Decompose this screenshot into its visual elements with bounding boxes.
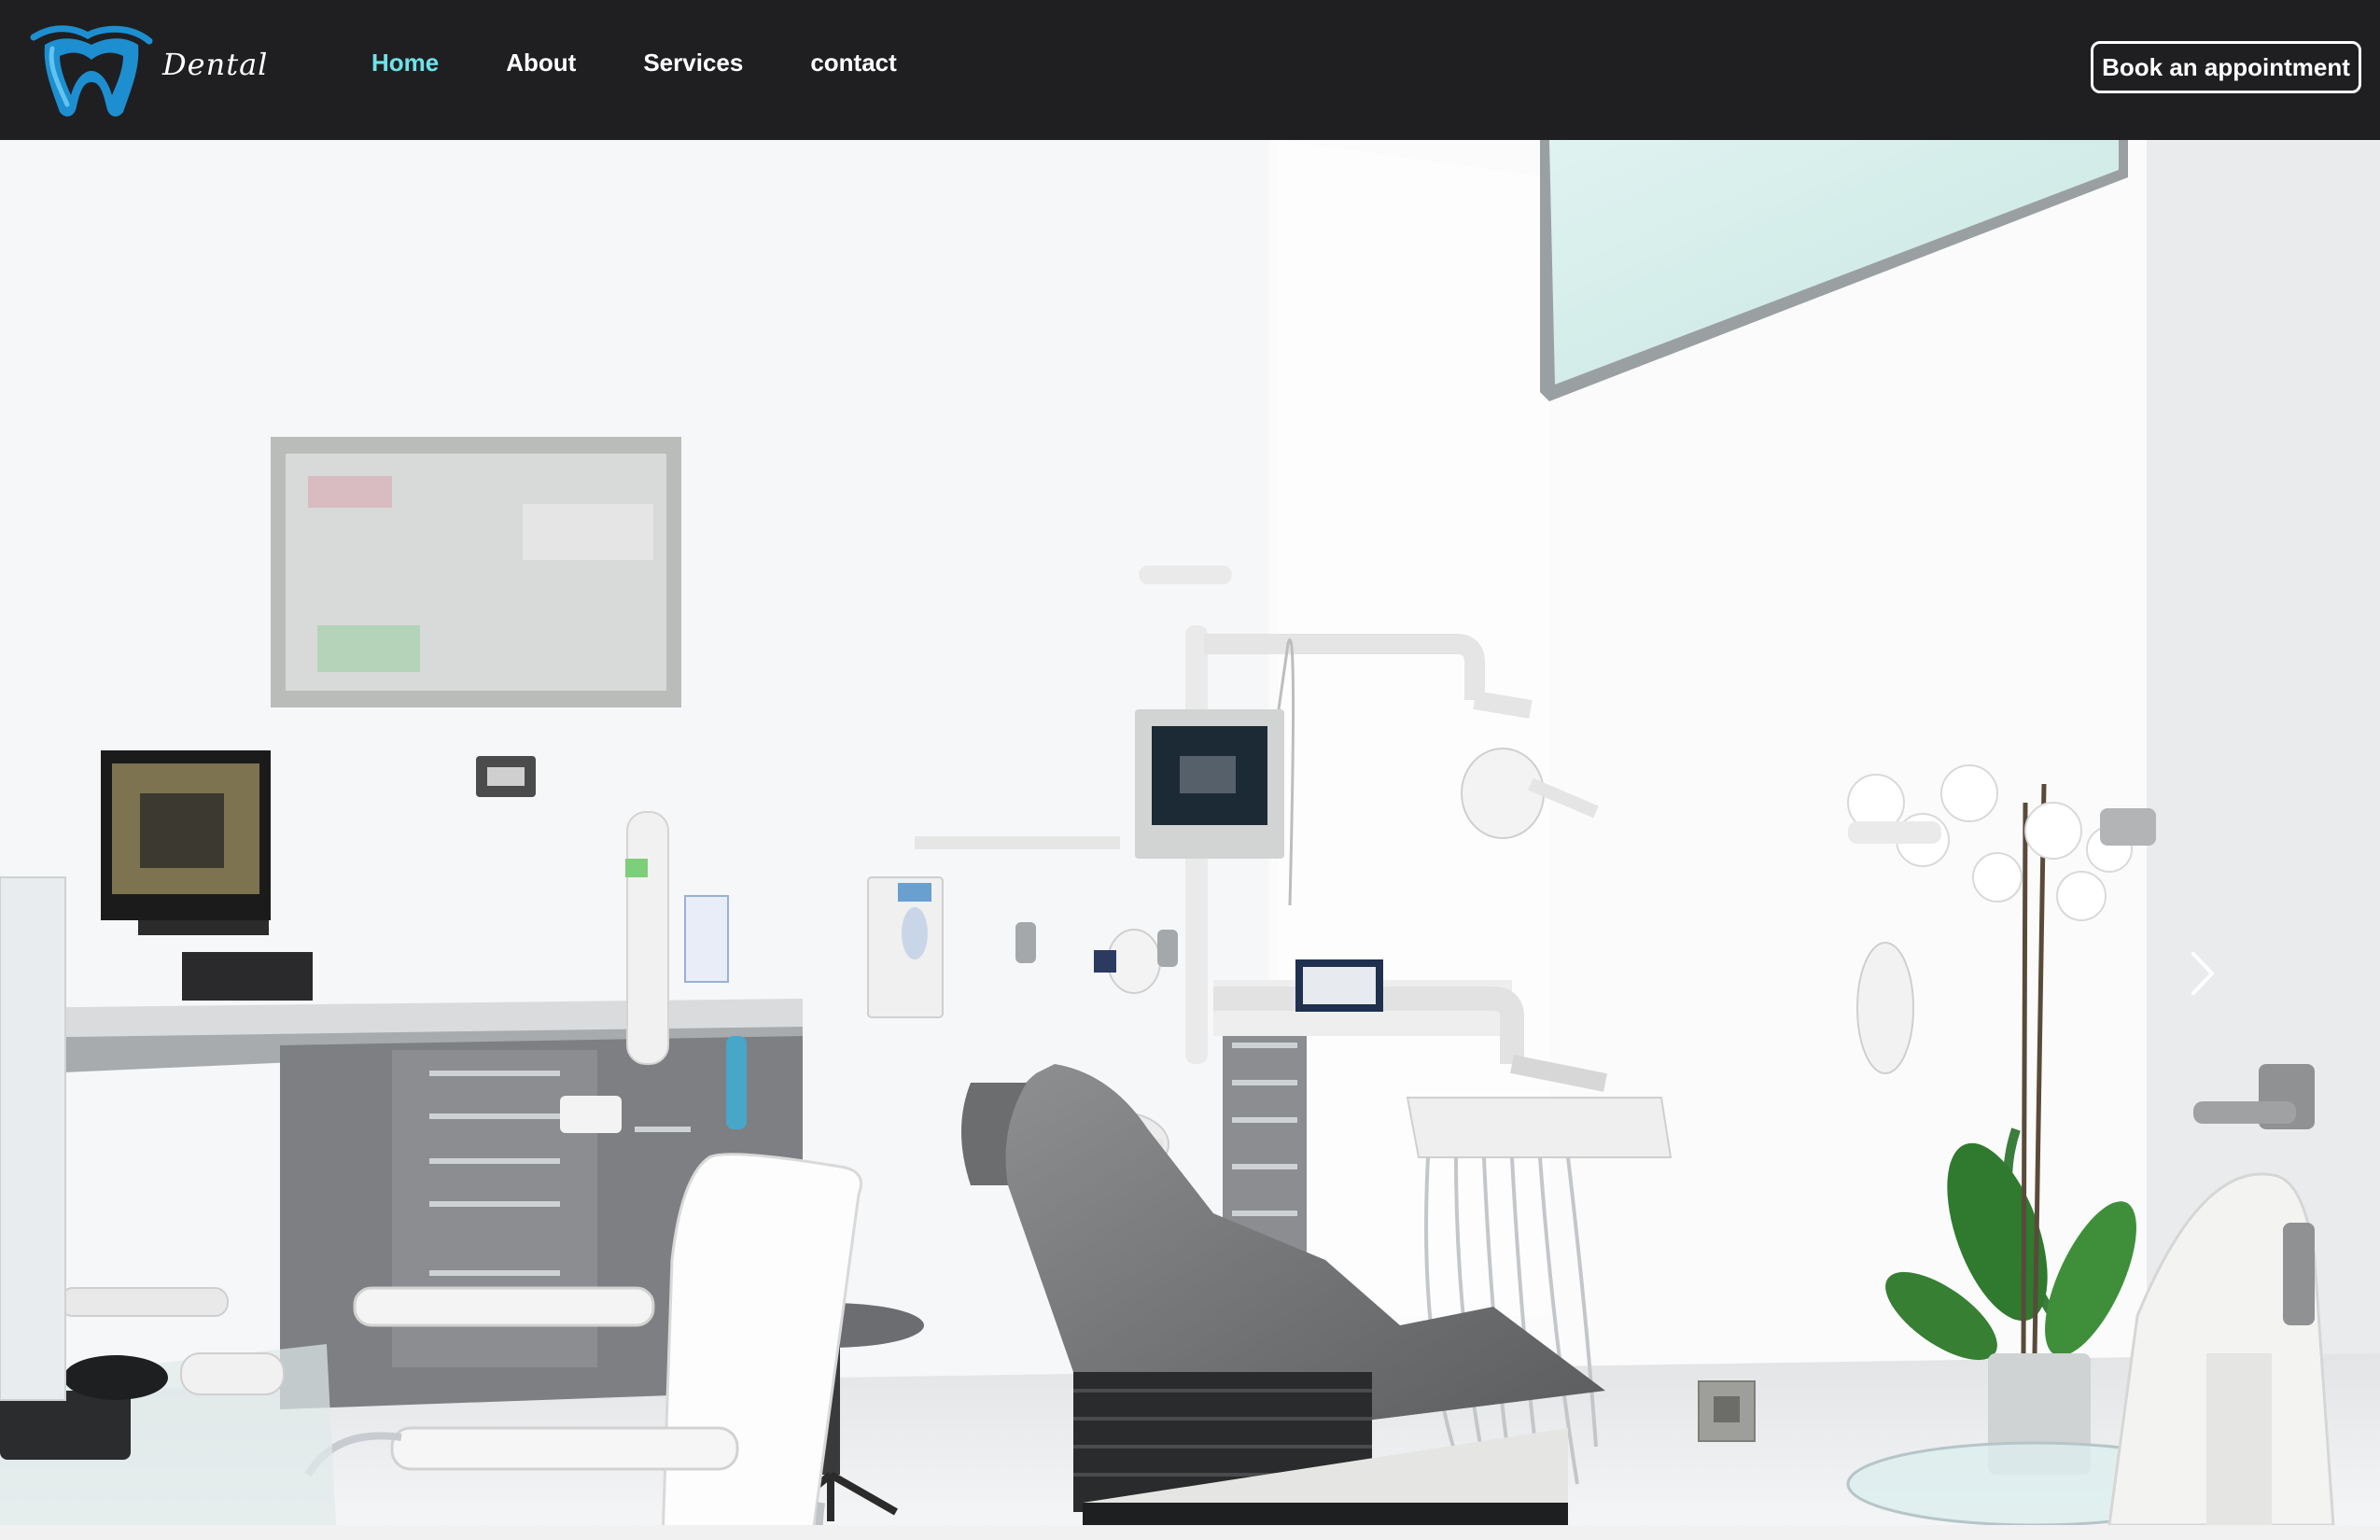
hero-bottom-border (0, 1525, 2380, 1540)
carousel-next-button[interactable] (2184, 950, 2221, 997)
chevron-right-icon (2191, 952, 2214, 995)
nav-item-contact[interactable]: contact (810, 49, 896, 77)
brand-name: Dental (162, 47, 269, 82)
nav-item-about[interactable]: About (506, 49, 576, 77)
hero-slider (0, 140, 2380, 1525)
book-appointment-button[interactable]: Book an appointment (2091, 41, 2361, 93)
nav-item-services[interactable]: Services (643, 49, 743, 77)
nav-item-home[interactable]: Home (371, 49, 439, 77)
dental-clinic-room-photo (0, 140, 2380, 1525)
main-nav: Home About Services contact (371, 49, 964, 77)
brand-logo[interactable]: Dental (26, 21, 267, 121)
top-navbar: Dental Home About Services contact Book … (0, 0, 2380, 140)
tooth-icon (30, 25, 153, 117)
